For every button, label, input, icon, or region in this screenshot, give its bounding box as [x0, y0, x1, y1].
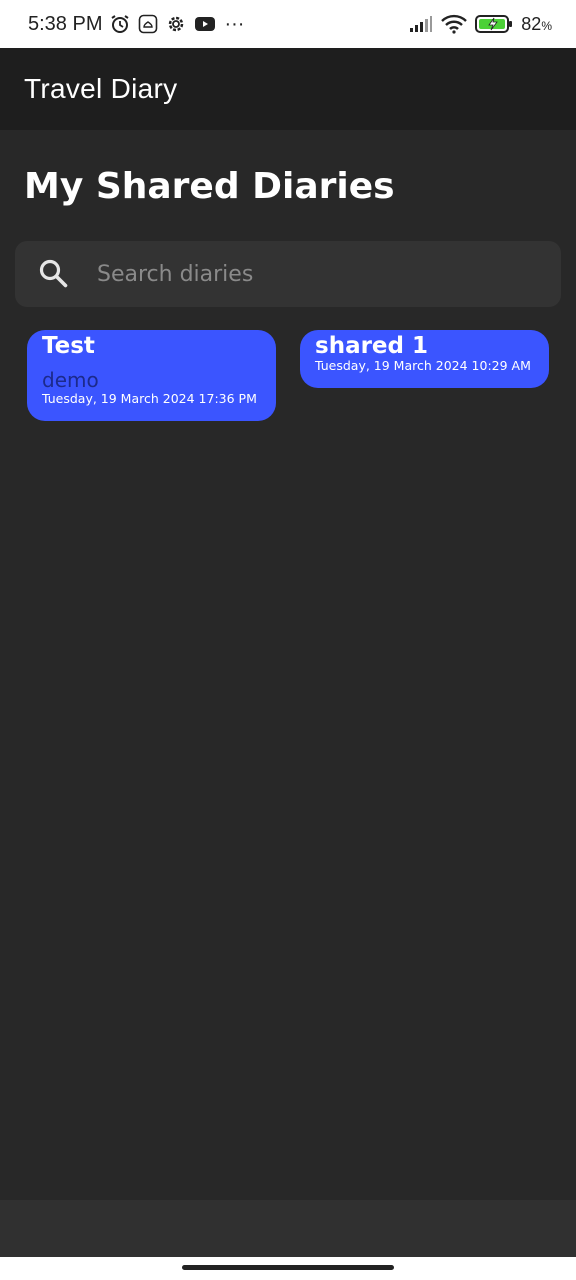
diary-card-title: Test: [42, 333, 95, 359]
signal-icon: [409, 15, 433, 33]
search-bar[interactable]: [15, 241, 561, 307]
status-left: 5:38 PM ···: [28, 13, 244, 36]
system-navigation-bar: [0, 1257, 576, 1280]
diary-card-date: Tuesday, 19 March 2024 17:36 PM: [42, 391, 257, 406]
diary-card[interactable]: Test demo Tuesday, 19 March 2024 17:36 P…: [27, 330, 276, 421]
status-bar: 5:38 PM ··· 82%: [0, 0, 576, 48]
battery-percentage: 82%: [521, 13, 552, 34]
alarm-icon: [110, 14, 130, 34]
diary-card-title: shared 1: [315, 333, 429, 359]
page-title: My Shared Diaries: [24, 166, 395, 207]
app-title: Travel Diary: [24, 73, 178, 104]
bottom-bar: [0, 1200, 576, 1257]
app-bar: Travel Diary: [0, 48, 576, 130]
diary-card[interactable]: shared 1 Tuesday, 19 March 2024 10:29 AM: [300, 330, 549, 388]
status-time: 5:38 PM: [28, 12, 103, 35]
status-right: 82%: [409, 14, 552, 35]
search-icon: [37, 257, 71, 291]
youtube-icon: [194, 15, 216, 33]
search-input[interactable]: [95, 241, 545, 307]
diary-card-date: Tuesday, 19 March 2024 10:29 AM: [315, 358, 531, 373]
wifi-icon: [441, 14, 468, 34]
home-indicator[interactable]: [182, 1265, 394, 1270]
battery-charging-icon: [475, 14, 513, 34]
cloud-app-icon: [138, 14, 158, 34]
more-notifications-icon: ···: [224, 12, 245, 35]
diary-card-description: demo: [42, 368, 99, 392]
settings-gear-icon: [166, 14, 186, 34]
